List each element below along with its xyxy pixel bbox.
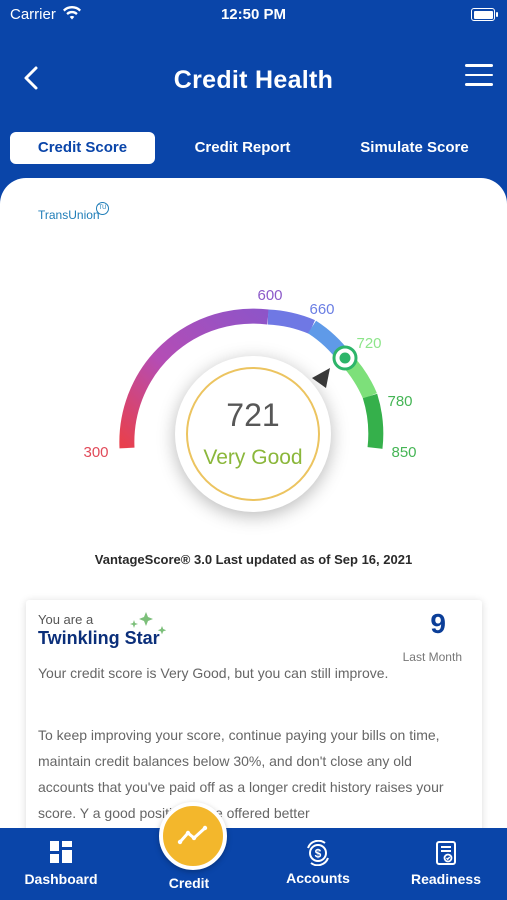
tick-720: 720	[356, 335, 381, 352]
tab-readiness-label: Readiness	[410, 871, 482, 887]
svg-text:$: $	[315, 847, 322, 861]
gauge-segment-780-850	[362, 393, 384, 449]
sparkle-icon	[130, 612, 167, 635]
tab-dashboard-label: Dashboard	[24, 871, 98, 887]
score-display: 721 Very Good	[175, 356, 331, 512]
tick-780: 780	[387, 393, 412, 410]
tab-credit-label: Credit	[168, 875, 210, 891]
credit-fab-button[interactable]	[159, 802, 227, 870]
credit-trend-icon	[177, 825, 208, 845]
credit-score-value: 721	[226, 397, 280, 433]
tick-850: 850	[391, 444, 416, 461]
status-info-card: You are a Twinkling Star 9 Last Month Yo…	[26, 600, 482, 838]
tab-accounts-label: Accounts	[286, 870, 350, 886]
tick-300: 300	[83, 444, 108, 461]
star-count: 9	[430, 608, 446, 639]
vantage-updated-text: VantageScore® 3.0 Last updated as of Sep…	[94, 552, 413, 567]
tab-readiness[interactable]: Readiness	[395, 828, 497, 900]
dashboard-icon	[50, 841, 72, 863]
status-prefix: You are a	[38, 612, 94, 627]
tick-600: 600	[257, 287, 282, 304]
gauge-segment-600-660	[267, 309, 315, 334]
tips-paragraph: To keep improving your score, continue p…	[38, 727, 444, 821]
readiness-icon	[436, 841, 456, 865]
summary-paragraph: Your credit score is Very Good, but you …	[38, 665, 389, 681]
tick-660: 660	[309, 301, 334, 318]
tab-accounts[interactable]: $ Accounts	[268, 828, 368, 900]
bottom-tab-bar: Dashboard Credit $ Accounts Readiness	[0, 828, 507, 900]
score-pointer-icon	[312, 368, 330, 388]
tab-dashboard[interactable]: Dashboard	[10, 828, 112, 900]
accounts-icon: $	[307, 840, 329, 866]
credit-score-rating: Very Good	[203, 446, 303, 469]
